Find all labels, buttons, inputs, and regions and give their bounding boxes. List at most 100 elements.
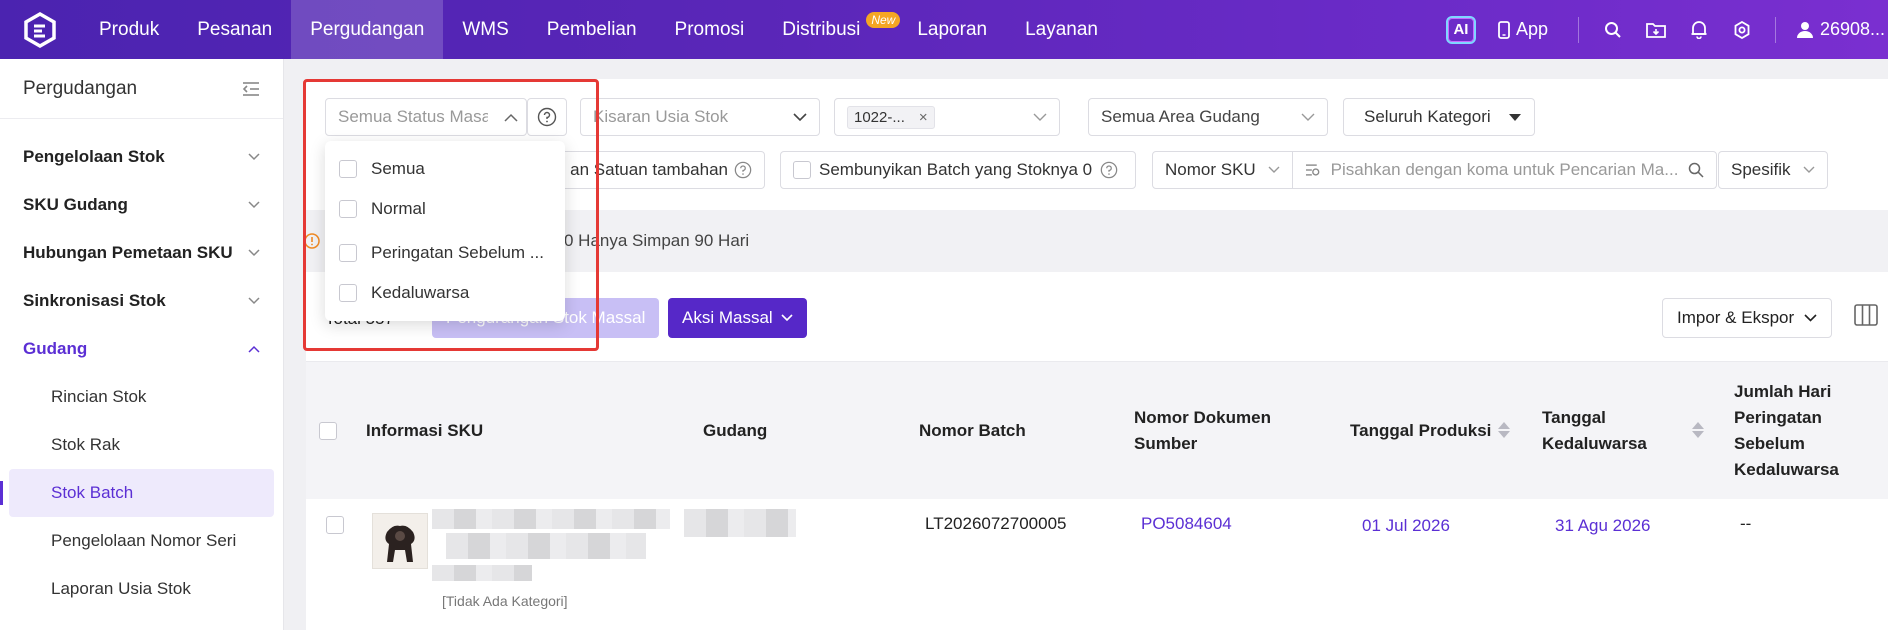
sidebar-item-rincian-stok[interactable]: Rincian Stok — [9, 373, 274, 421]
chevron-down-icon — [793, 112, 807, 122]
sku-category: [Tidak Ada Kategori] — [442, 593, 568, 609]
ai-button[interactable]: AI — [1445, 15, 1476, 44]
option-checkbox[interactable] — [339, 244, 357, 262]
sidebar-group-label: Pengelolaan Stok — [23, 147, 165, 166]
app-label: App — [1515, 19, 1548, 39]
filter-list-icon — [1305, 164, 1320, 176]
chevron-down-icon — [248, 297, 260, 305]
sku-field-select[interactable]: Nomor SKU — [1152, 151, 1293, 189]
columns-icon[interactable] — [1854, 303, 1878, 332]
dropdown-option-normal[interactable]: Normal — [325, 189, 565, 229]
sidebar-group-label: Hubungan Pemetaan SKU — [23, 243, 233, 262]
warehouse-tag-label: 1022-... — [854, 108, 905, 126]
source-doc-link[interactable]: PO5084604 — [1141, 514, 1232, 534]
notice-text: 0 Hanya Simpan 90 Hari — [564, 231, 750, 250]
col-source-doc: Nomor Dokumen Sumber — [1134, 408, 1271, 453]
bulk-actions-label: Aksi Massal — [682, 308, 773, 327]
col-warning-days: Jumlah Hari Peringatan Sebelum Kedaluwar… — [1734, 382, 1839, 479]
sidebar-group-label: SKU Gudang — [23, 195, 128, 214]
question-icon — [1100, 161, 1118, 179]
folder-download-icon[interactable] — [1634, 0, 1677, 59]
hide-zero-label: Sembunyikan Batch yang Stoknya 0 — [819, 160, 1093, 179]
question-icon — [537, 107, 557, 127]
import-export-button[interactable]: Impor & Ekspor — [1662, 298, 1833, 338]
table-header: Informasi SKU Gudang Nomor Batch Nomor D… — [306, 361, 1888, 499]
sidebar-group-gudang[interactable]: Gudang — [0, 325, 283, 373]
sku-field-label: Nomor SKU — [1165, 160, 1256, 179]
option-checkbox[interactable] — [339, 160, 357, 178]
hide-zero-batch-toggle[interactable]: Sembunyikan Batch yang Stoknya 0 — [780, 151, 1136, 189]
import-export-label: Impor & Ekspor — [1677, 308, 1795, 327]
expiry-status-dropdown: Semua Normal Peringatan Sebelum ... Keda… — [325, 141, 565, 321]
blurred-sku-code — [432, 565, 532, 581]
warehouse-area-select[interactable]: Semua Area Gudang — [1088, 98, 1328, 136]
dropdown-option-warning[interactable]: Peringatan Sebelum ... — [325, 233, 565, 273]
help-button[interactable] — [527, 98, 567, 136]
logo[interactable] — [0, 0, 80, 59]
nav-wms[interactable]: WMS — [443, 0, 527, 59]
sidebar-group-pengelolaan-stok[interactable]: Pengelolaan Stok — [0, 133, 283, 181]
search-icon[interactable] — [1688, 162, 1704, 178]
col-batch-number: Nomor Batch — [919, 421, 1026, 440]
hide-zero-checkbox[interactable] — [793, 161, 811, 179]
dropdown-option-expired[interactable]: Kedaluwarsa — [325, 273, 565, 313]
search-input[interactable]: Pisahkan dengan koma untuk Pencarian Ma.… — [1292, 151, 1717, 189]
chevron-up-icon — [504, 113, 518, 122]
warehouse-select[interactable]: 1022-... × — [834, 98, 1060, 136]
expiry-date: 31 Agu 2026 — [1555, 516, 1651, 535]
close-icon[interactable]: × — [919, 109, 928, 126]
option-checkbox[interactable] — [339, 284, 357, 302]
sidebar-item-nomor-seri[interactable]: Pengelolaan Nomor Seri — [9, 517, 274, 565]
select-all-checkbox[interactable] — [319, 422, 337, 440]
sidebar-item-stok-batch[interactable]: Stok Batch — [0, 469, 274, 517]
sidebar-group-sku-gudang[interactable]: SKU Gudang — [0, 181, 283, 229]
sort-icon[interactable] — [1692, 422, 1704, 438]
divider — [1578, 16, 1579, 43]
user-label: 26908... — [1820, 19, 1886, 39]
nav-distribusi[interactable]: Distribusi New — [763, 0, 901, 59]
nav-right: AI App 26908... — [1445, 0, 1888, 59]
app-link[interactable]: App — [1498, 19, 1548, 40]
chevron-down-icon — [1301, 113, 1315, 122]
sidebar-item-laporan-usia-stok[interactable]: Laporan Usia Stok — [9, 565, 274, 613]
bulk-actions-button[interactable]: Aksi Massal — [668, 298, 807, 338]
col-production-date[interactable]: Tanggal Produksi — [1350, 418, 1491, 444]
gear-icon[interactable] — [1720, 0, 1763, 59]
sidebar-item-stok-rak[interactable]: Stok Rak — [9, 421, 274, 469]
bell-icon[interactable] — [1677, 0, 1720, 59]
product-thumbnail — [372, 513, 428, 569]
dropdown-option-semua[interactable]: Semua — [325, 149, 565, 189]
user-menu[interactable]: 26908... — [1788, 19, 1888, 40]
new-badge: New — [866, 12, 901, 28]
top-nav: Produk Pesanan Pergudangan WMS Pembelian… — [0, 0, 1888, 59]
nav-pembelian[interactable]: Pembelian — [528, 0, 656, 59]
expiry-status-select[interactable]: Semua Status Masa I — [325, 98, 527, 136]
stock-age-select[interactable]: Kisaran Usia Stok — [580, 98, 820, 136]
nav-produk[interactable]: Produk — [80, 0, 178, 59]
option-checkbox[interactable] — [339, 200, 357, 218]
sidebar-title: Pergudangan — [23, 77, 138, 99]
nav-pergudangan[interactable]: Pergudangan — [291, 0, 444, 59]
nav-promosi[interactable]: Promosi — [656, 0, 764, 59]
table-row: [Tidak Ada Kategori] LT2026072700005 PO5… — [306, 499, 1888, 630]
collapse-menu-icon[interactable] — [242, 81, 260, 97]
sidebar-header: Pergudangan — [0, 59, 283, 119]
sort-icon[interactable] — [1498, 422, 1510, 438]
category-select[interactable]: Seluruh Kategori — [1343, 98, 1535, 136]
warning-icon — [304, 233, 320, 249]
warning-days: -- — [1740, 514, 1752, 533]
col-expiry-date[interactable]: Tanggal Kedaluwarsa — [1542, 405, 1662, 457]
extra-unit-label: an Satuan tambahan — [570, 160, 728, 179]
match-mode-select[interactable]: Spesifik — [1718, 151, 1828, 189]
sidebar-group-hubungan-pemetaan[interactable]: Hubungan Pemetaan SKU — [0, 229, 283, 277]
nav-pesanan[interactable]: Pesanan — [178, 0, 291, 59]
sidebar-item-penjadwalan[interactable]: Penjadwalan... — [9, 613, 274, 630]
sidebar-group-sinkronisasi-stok[interactable]: Sinkronisasi Stok — [0, 277, 283, 325]
nav-laporan[interactable]: Laporan — [898, 0, 1006, 59]
search-icon[interactable] — [1591, 0, 1634, 59]
nav-layanan[interactable]: Layanan — [1006, 0, 1117, 59]
warehouse-tag: 1022-... × — [847, 105, 935, 129]
chevron-down-icon — [1804, 314, 1817, 322]
production-date: 01 Jul 2026 — [1362, 516, 1450, 535]
row-checkbox[interactable] — [326, 516, 344, 534]
